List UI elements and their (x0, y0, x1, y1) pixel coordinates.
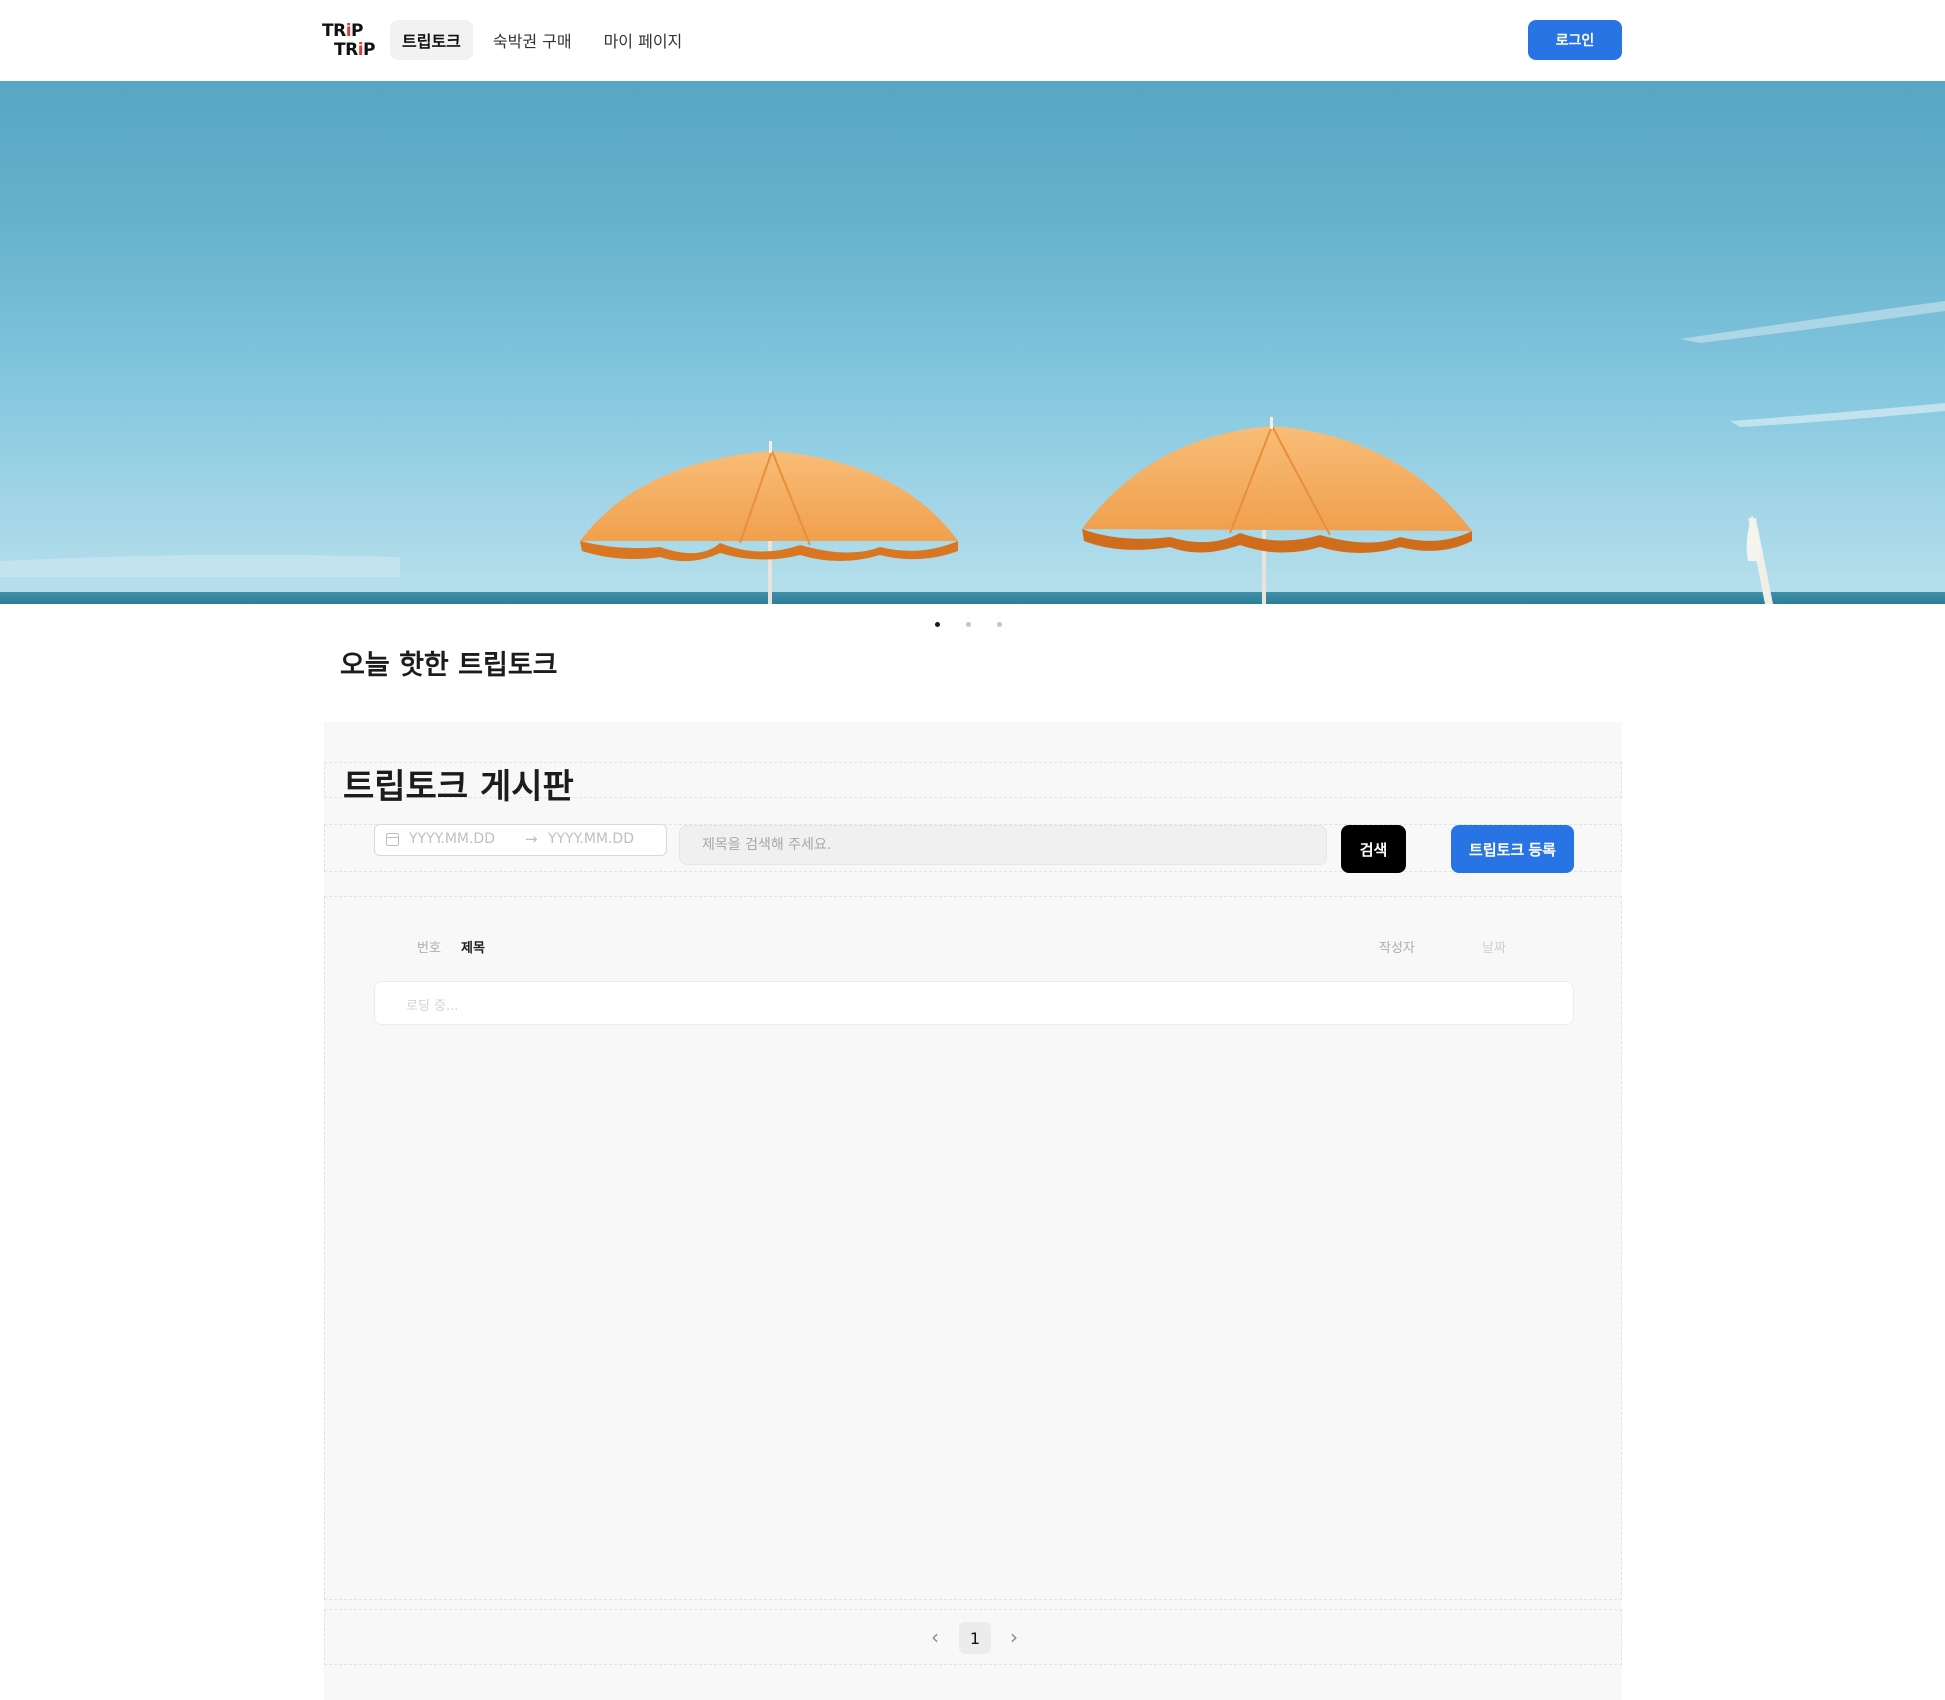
board-title: 트립토크 게시판 (343, 767, 574, 807)
banner-image (0, 301, 1945, 604)
list-item: 로딩 중... (374, 981, 1574, 1025)
search-button[interactable]: 검색 (1341, 825, 1406, 873)
search-bar: YYYY.MM.DD → YYYY.MM.DD 검색 트립토크 등록 (324, 824, 1622, 873)
column-title: 제목 (461, 941, 485, 956)
logo[interactable]: TRiP TRiP (322, 20, 378, 60)
loading-text: 로딩 중... (406, 999, 459, 1014)
carousel-dot-2[interactable] (966, 622, 971, 627)
nav-item-triptalk[interactable]: 트립토크 (390, 20, 473, 60)
board-list: 번호 제목 작성자 날짜 로딩 중... (324, 896, 1622, 1600)
nav-item-mypage[interactable]: 마이 페이지 (592, 20, 695, 60)
board-section: 트립토크 게시판 YYYY.MM.DD → YYYY.MM.DD 검색 트립토크… (324, 722, 1622, 1700)
date-end-field[interactable]: YYYY.MM.DD (548, 831, 634, 847)
carousel-dot-1[interactable] (935, 622, 940, 627)
page-number-current[interactable]: 1 (959, 1622, 991, 1654)
calendar-icon (386, 833, 399, 846)
date-range-picker[interactable]: YYYY.MM.DD → YYYY.MM.DD (374, 824, 667, 856)
register-triptalk-button[interactable]: 트립토크 등록 (1451, 825, 1574, 873)
nav-item-accommodation[interactable]: 숙박권 구매 (481, 20, 584, 60)
column-number: 번호 (417, 941, 441, 956)
column-date: 날짜 (1482, 941, 1506, 956)
arrow-right-icon: → (525, 830, 538, 848)
column-writer: 작성자 (1379, 941, 1415, 956)
banner-carousel[interactable] (0, 81, 1945, 604)
logo-line-2: TRiP (334, 40, 375, 60)
carousel-dot-3[interactable] (997, 622, 1002, 627)
search-input[interactable] (679, 825, 1327, 865)
login-button[interactable]: 로그인 (1528, 20, 1622, 60)
carousel-dots (935, 622, 1002, 627)
board-title-row: 트립토크 게시판 (324, 762, 1622, 807)
chevron-left-icon[interactable]: ‹ (925, 1625, 945, 1649)
pagination: ‹ 1 › (324, 1609, 1622, 1665)
main-nav: 트립토크 숙박권 구매 마이 페이지 (390, 20, 694, 60)
site-header: TRiP TRiP 트립토크 숙박권 구매 마이 페이지 로그인 (0, 0, 1945, 80)
hot-section-title: 오늘 핫한 트립토크 (340, 650, 558, 681)
list-header: 번호 제목 작성자 날짜 (374, 937, 1574, 957)
chevron-right-icon[interactable]: › (1004, 1625, 1024, 1649)
date-start-field[interactable]: YYYY.MM.DD (409, 831, 495, 847)
logo-line-1: TRiP (322, 21, 363, 41)
